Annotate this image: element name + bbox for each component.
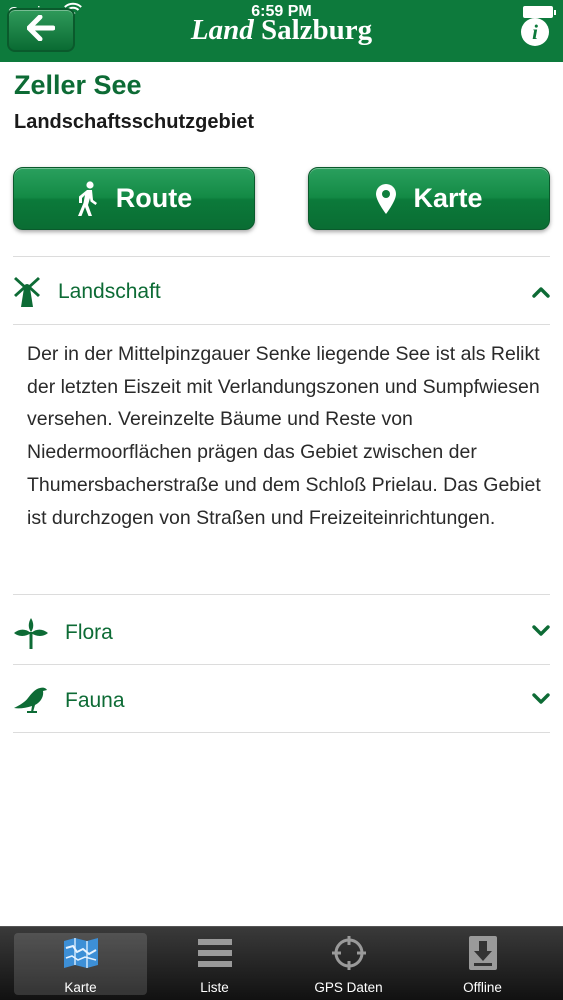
section-label-flora: Flora	[65, 621, 113, 644]
section-header-flora[interactable]: Flora	[13, 600, 550, 666]
logo-land-text: Land	[190, 14, 254, 46]
tab-karte[interactable]: Karte	[14, 933, 147, 995]
info-icon: i	[532, 20, 538, 44]
section-label-landschaft: Landschaft	[58, 280, 161, 303]
plant-icon	[13, 617, 49, 649]
tab-offline[interactable]: Offline	[416, 933, 549, 995]
nav-bar: Carrier 6:59 PM Land Salzburg i	[0, 0, 563, 62]
land-salzburg-logo: Land Salzburg	[0, 14, 563, 47]
route-label: Route	[115, 183, 193, 213]
page-title: Zeller See	[14, 70, 142, 100]
karte-button[interactable]: Karte	[308, 167, 550, 230]
divider	[13, 256, 550, 257]
divider	[13, 324, 550, 325]
section-header-fauna[interactable]: Fauna	[13, 668, 550, 734]
download-icon	[468, 935, 497, 971]
route-button[interactable]: Route	[13, 167, 255, 230]
tab-label-gps-daten: GPS Daten	[314, 980, 383, 995]
info-button[interactable]: i	[521, 18, 549, 46]
crosshair-icon	[331, 935, 366, 971]
tab-label-karte: Karte	[64, 980, 97, 995]
section-label-fauna: Fauna	[65, 689, 125, 712]
tab-label-liste: Liste	[200, 980, 229, 995]
walking-person-icon	[76, 180, 100, 217]
chevron-up-icon	[532, 285, 550, 299]
chevron-down-icon	[532, 692, 550, 706]
page-subtitle: Landschaftsschutzgebiet	[14, 111, 255, 133]
tab-liste[interactable]: Liste	[148, 933, 281, 995]
section-header-landschaft[interactable]: Landschaft	[13, 259, 550, 325]
tab-gps-daten[interactable]: GPS Daten	[282, 933, 415, 995]
divider	[13, 664, 550, 665]
chevron-down-icon	[532, 624, 550, 638]
divider	[13, 732, 550, 733]
logo-salzburg-text: Salzburg	[260, 14, 373, 46]
karte-label: Karte	[413, 183, 483, 213]
windmill-icon	[13, 276, 41, 308]
map-icon	[63, 935, 99, 971]
tab-label-offline: Offline	[463, 980, 502, 995]
section-body-landschaft: Der in der Mittelpinzgauer Senke liegend…	[27, 343, 541, 529]
map-pin-icon	[375, 183, 397, 215]
list-icon	[197, 935, 232, 971]
divider	[13, 594, 550, 595]
tab-bar: Karte Liste GPS Daten Offline	[0, 926, 563, 1000]
bird-icon	[13, 685, 49, 717]
